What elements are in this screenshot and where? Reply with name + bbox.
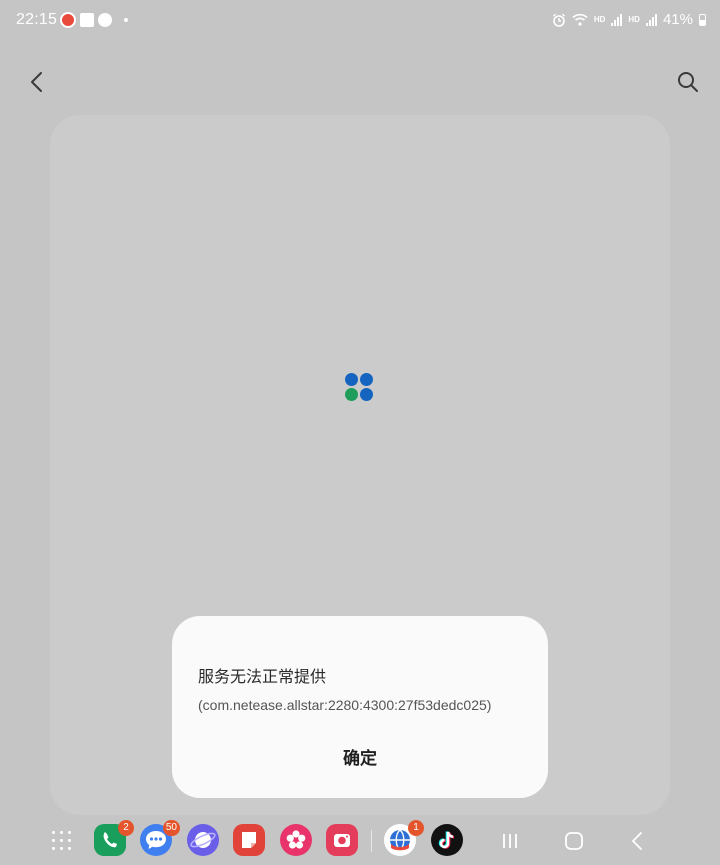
messages-app[interactable]: 50 [140,820,180,856]
recent-apps-button[interactable] [497,828,523,854]
tiktok-app[interactable] [431,824,463,856]
battery-icon [699,13,706,26]
battery-percent: 41% [662,11,693,28]
flower-icon [286,830,306,849]
loading-dot [360,373,373,386]
signal-icon [611,13,623,26]
home-button[interactable] [561,828,587,854]
tiktok-icon [438,831,455,849]
confirm-button[interactable]: 确定 [310,742,410,776]
search-button[interactable] [672,66,704,98]
internet-app[interactable] [187,824,219,856]
home-icon [565,832,583,850]
note-icon [242,832,256,848]
error-dialog: 服务无法正常提供 (com.netease.allstar:2280:4300:… [172,616,548,798]
search-icon [678,72,698,92]
grid-dot [68,839,71,842]
dialog-title: 服务无法正常提供 [198,667,327,686]
gallery-app[interactable] [280,824,312,856]
netease-game-badge: 1 [408,820,424,836]
grid-dot [68,831,71,834]
grid-dot [60,847,63,850]
network-type-label: HD [628,15,640,24]
alarm-icon [552,13,565,27]
dock-divider [371,830,372,852]
camera-app[interactable] [326,824,358,856]
grid-dot [52,847,55,850]
loading-dot [345,373,358,386]
grid-dot [60,839,63,842]
grid-dot [52,831,55,834]
phone-app[interactable]: 2 [94,820,134,856]
camera-icon [334,834,350,847]
back-button[interactable] [22,66,52,98]
grid-dot [68,847,71,850]
notification-icons [60,12,128,28]
notes-app[interactable] [233,824,265,856]
gallery-icon [80,13,94,27]
chevron-left-icon [31,72,42,92]
dialog-message: (com.netease.allstar:2280:4300:27f53dedc… [198,697,492,713]
network-type-label: HD [593,15,606,24]
phone-badge: 2 [118,820,134,836]
signal-icon [645,13,657,26]
loading-indicator [345,373,375,403]
wifi-icon [572,13,588,26]
app-drawer-button[interactable] [52,831,72,851]
loading-dot [360,388,373,401]
back-arrow-icon [632,832,642,850]
more-notifications-dot [124,18,128,22]
loading-dot [345,388,358,401]
planet-icon [190,832,216,848]
status-time: 22:15 [16,11,58,28]
recent-apps-icon [503,834,517,848]
netease-game-app[interactable]: 1 [384,820,424,856]
dock: 2 50 1 [0,815,720,865]
status-bar: 22:15 HD HD 41% [0,0,720,40]
status-indicators: HD HD 41% [552,11,706,28]
grid-dot [60,831,63,834]
grid-dot [52,839,55,842]
messages-badge: 50 [162,820,180,836]
nav-back-button[interactable] [625,828,651,854]
netease-app-icon [60,12,76,28]
messenger-icon [98,13,112,27]
